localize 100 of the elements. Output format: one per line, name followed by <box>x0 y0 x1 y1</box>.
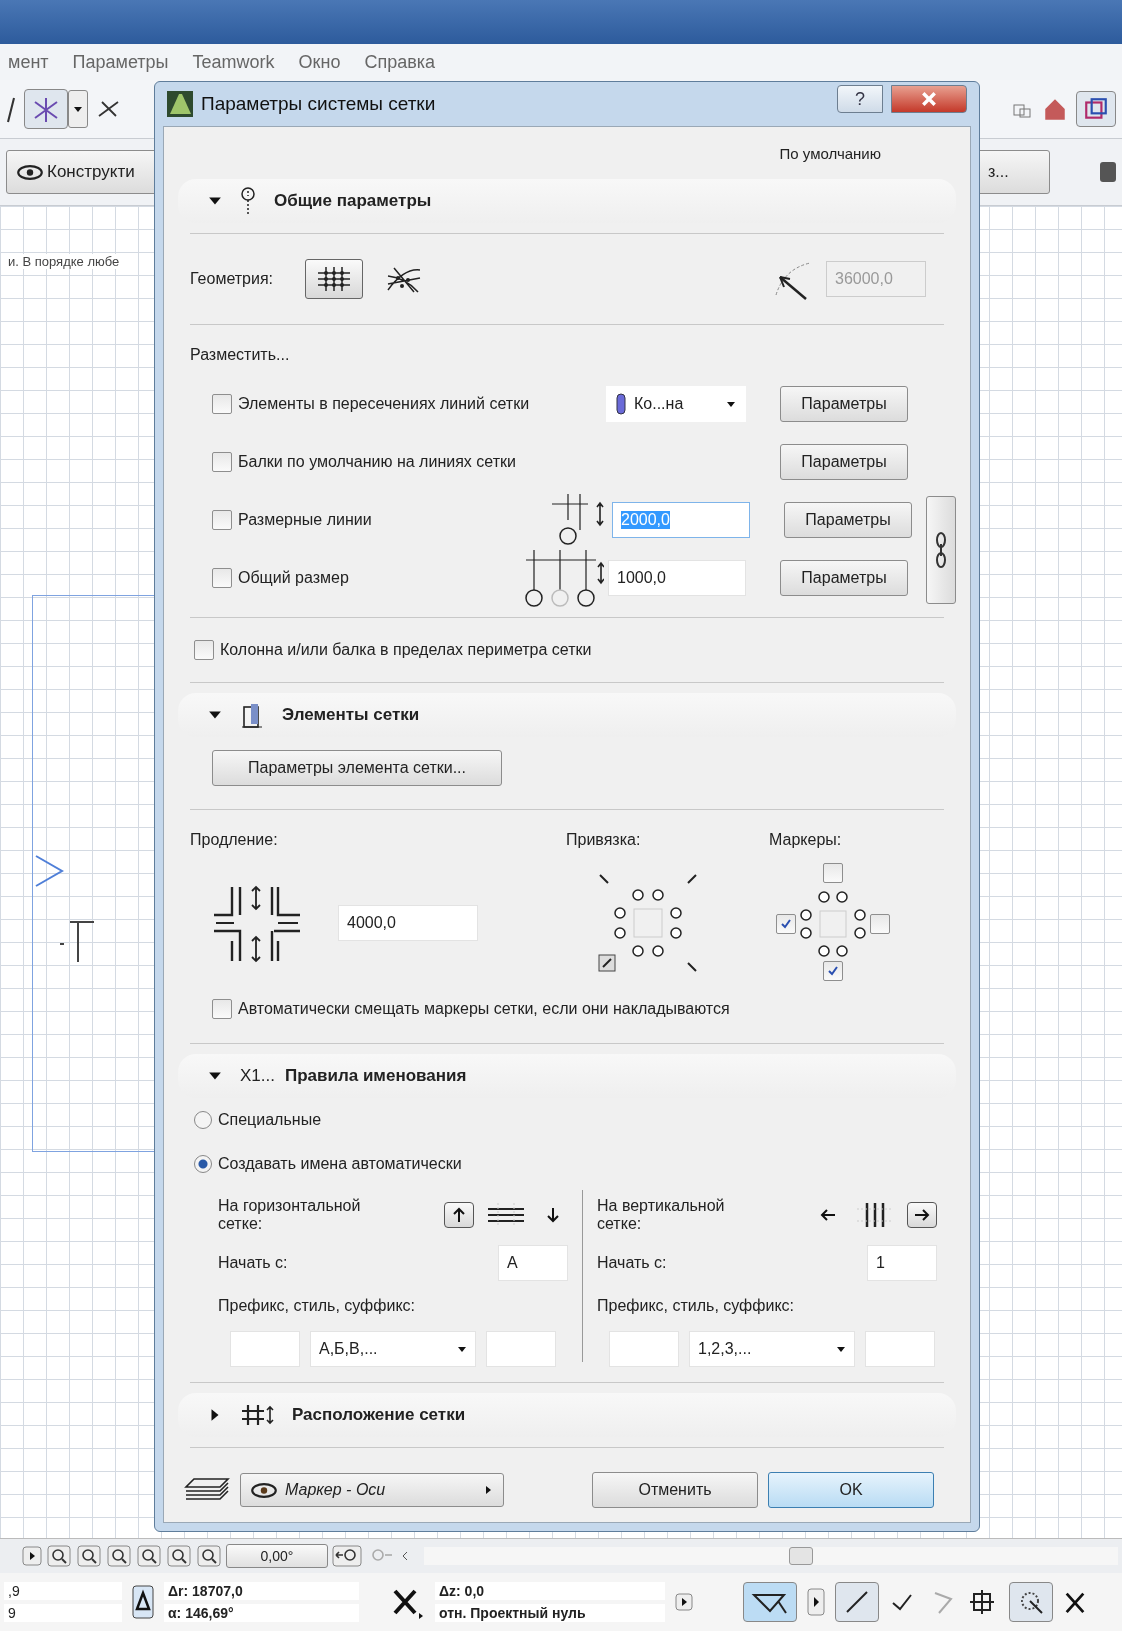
coordinate-field: Δr: 18707,0 <box>164 1582 359 1600</box>
column-icon <box>616 393 626 415</box>
start-label: Начать с: <box>597 1254 667 1272</box>
coordinate-field: ,9 <box>4 1582 122 1600</box>
radio-button[interactable] <box>194 1111 212 1129</box>
settings-button[interactable]: Параметры <box>780 560 908 596</box>
option-label: Колонна и/или балка в пределах периметра сетки <box>220 641 592 659</box>
menu-item[interactable]: Справка <box>364 51 435 73</box>
hatched-element-icon <box>240 701 264 729</box>
checkbox[interactable] <box>823 863 843 883</box>
coordinate-field: α: 146,69° <box>164 1604 359 1622</box>
up-arrow-button[interactable] <box>444 1202 474 1228</box>
scrollbar[interactable] <box>424 1547 1118 1565</box>
caret-icon <box>483 1485 493 1495</box>
cancel-button[interactable]: Отменить <box>592 1472 758 1508</box>
reference-label: отн. Проектный нуль <box>435 1604 665 1622</box>
play-icon[interactable] <box>22 1546 42 1566</box>
chain-link-icon <box>935 530 947 570</box>
caret-icon <box>73 104 83 114</box>
selection-tool-button[interactable] <box>743 1582 797 1622</box>
axis-label: На горизонтальной сетке: <box>218 1196 362 1234</box>
distance-field[interactable]: 1000,0 <box>608 560 746 596</box>
orthogonal-grid-button[interactable] <box>305 259 364 299</box>
style-dropdown[interactable]: А,Б,В,... <box>310 1331 476 1367</box>
play-icon[interactable] <box>807 1588 825 1616</box>
extension-label: Продление: <box>190 831 279 849</box>
checkbox[interactable] <box>823 961 843 981</box>
close-button[interactable] <box>891 85 967 113</box>
section-title: Элементы сетки <box>282 705 420 725</box>
snap-points-icon[interactable] <box>598 872 698 973</box>
settings-button[interactable]: Параметры <box>784 502 912 538</box>
help-button[interactable]: ? <box>837 85 883 113</box>
preset-label[interactable]: По умолчанию <box>779 144 881 162</box>
prefix-field[interactable] <box>609 1331 679 1367</box>
section-title: Расположение сетки <box>292 1405 466 1425</box>
line-tool-button[interactable] <box>835 1582 879 1622</box>
menu-item[interactable]: Параметры <box>72 51 169 73</box>
grid-markers-icon <box>798 889 868 959</box>
menu-item[interactable]: Окно <box>298 51 341 73</box>
checkbox[interactable] <box>212 510 232 530</box>
link-toggle-button[interactable] <box>926 496 956 604</box>
option-label: Размерные линии <box>238 511 372 529</box>
prefix-field[interactable] <box>230 1331 300 1367</box>
toolbar-button[interactable] <box>1076 91 1116 127</box>
magic-wand-button[interactable] <box>1009 1582 1053 1622</box>
option-label: Общий размер <box>238 569 349 587</box>
overlap-squares-icon <box>1083 96 1109 122</box>
note-text: и. В порядке любе <box>8 254 120 269</box>
check-icon <box>779 917 793 931</box>
layer-dropdown[interactable]: Маркер - Оси <box>240 1473 504 1507</box>
scroll-thumb[interactable] <box>789 1547 813 1565</box>
start-field[interactable]: 1 <box>867 1245 937 1281</box>
section-title: Правила именования <box>284 1066 467 1086</box>
dropdown-button[interactable] <box>68 90 88 128</box>
menu-item[interactable]: Teamwork <box>192 51 275 73</box>
element-settings-button[interactable]: Параметры элемента сетки... <box>212 750 502 786</box>
coordinate-field: 9 <box>4 1604 122 1622</box>
naming-prefix: X1... <box>240 1066 275 1086</box>
extension-field[interactable]: 4000,0 <box>338 904 478 941</box>
checkbox[interactable] <box>870 914 890 934</box>
start-field[interactable]: А <box>498 1245 568 1281</box>
section-title: Общие параметры <box>274 191 432 211</box>
close-icon <box>921 91 937 107</box>
eye-icon <box>17 164 43 180</box>
settings-button[interactable]: Параметры <box>780 444 908 480</box>
element-type-dropdown[interactable]: Ко...на <box>606 386 746 422</box>
checkbox[interactable] <box>212 452 232 472</box>
pin-icon <box>240 186 256 216</box>
style-dropdown[interactable]: 1,2,3,... <box>689 1331 855 1367</box>
play-icon[interactable] <box>675 1593 693 1611</box>
zoom-icon[interactable] <box>46 1545 72 1567</box>
suffix-field[interactable] <box>865 1331 935 1367</box>
geometry-label: Геометрия: <box>190 270 274 288</box>
option-label: Элементы в пересечениях линий сетки <box>238 395 530 413</box>
radio-button[interactable] <box>194 1155 212 1173</box>
zoom-back-icon[interactable] <box>332 1545 362 1567</box>
triangle-marker-icon <box>34 854 64 888</box>
markers-label: Маркеры: <box>769 831 842 849</box>
option-label: Специальные <box>218 1111 322 1129</box>
checkbox[interactable] <box>776 914 796 934</box>
checkbox[interactable] <box>212 394 232 414</box>
caret-icon <box>836 1344 846 1354</box>
coordinate-field: Δz: 0,0 <box>435 1582 665 1600</box>
suffix-field[interactable] <box>486 1331 556 1367</box>
check-icon <box>826 964 840 978</box>
ok-button[interactable]: OK <box>768 1472 934 1508</box>
checkbox[interactable] <box>212 999 232 1019</box>
scroll-left-icon[interactable] <box>400 1551 410 1561</box>
toolbar-button[interactable] <box>24 89 68 129</box>
option-label: Автоматически смещать маркеры сетки, если они накладываются <box>238 1000 730 1018</box>
checkbox[interactable] <box>212 568 232 588</box>
right-arrow-button[interactable] <box>907 1202 937 1228</box>
menu-item[interactable]: мент <box>8 51 49 73</box>
window-title: Параметры системы сетки <box>201 93 436 115</box>
app-logo-icon <box>167 91 193 117</box>
angle-field[interactable]: 0,00° <box>226 1544 328 1568</box>
caret-icon <box>726 399 736 409</box>
start-label: Начать с: <box>218 1254 288 1272</box>
settings-button[interactable]: Параметры <box>780 386 908 422</box>
checkbox[interactable] <box>194 640 214 660</box>
